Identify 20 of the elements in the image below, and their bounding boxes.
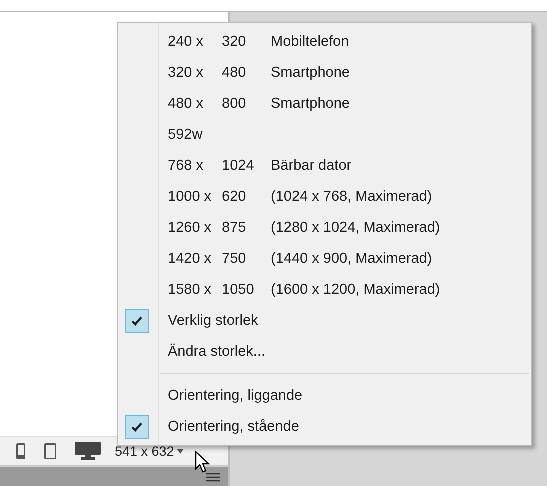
tablet-icon[interactable] [44, 442, 57, 460]
menu-item[interactable]: Ändra storlek... [118, 336, 531, 367]
menu-item[interactable]: 1000 x 620 (1024 x 768, Maximerad) [118, 181, 531, 212]
menu-item[interactable]: 592w [118, 119, 531, 150]
menu-item[interactable]: 320 x 480 Smartphone [118, 57, 531, 88]
menu-item[interactable]: 768 x 1024 Bärbar dator [118, 150, 531, 181]
caret-icon[interactable] [177, 448, 184, 454]
monitor-icon[interactable] [75, 442, 101, 460]
grip-icon[interactable] [206, 473, 220, 482]
menu-item[interactable]: Orientering, liggande [118, 380, 531, 411]
phone-icon[interactable] [16, 442, 26, 460]
menu-item[interactable]: Orientering, stående [118, 411, 531, 442]
size-label[interactable]: 541 x 632 [115, 444, 174, 458]
menu-item[interactable]: 480 x 800 Smartphone [118, 88, 531, 119]
menu-item[interactable]: 1580 x 1050 (1600 x 1200, Maximerad) [118, 274, 531, 305]
cursor-icon [195, 451, 210, 473]
menu-item[interactable]: 240 x 320 Mobiltelefon [118, 26, 531, 57]
menu-item[interactable]: 1420 x 750 (1440 x 900, Maximerad) [118, 243, 531, 274]
menu-item[interactable]: Verklig storlek [118, 305, 531, 336]
menu-item[interactable]: 1260 x 875 (1280 x 1024, Maximerad) [118, 212, 531, 243]
